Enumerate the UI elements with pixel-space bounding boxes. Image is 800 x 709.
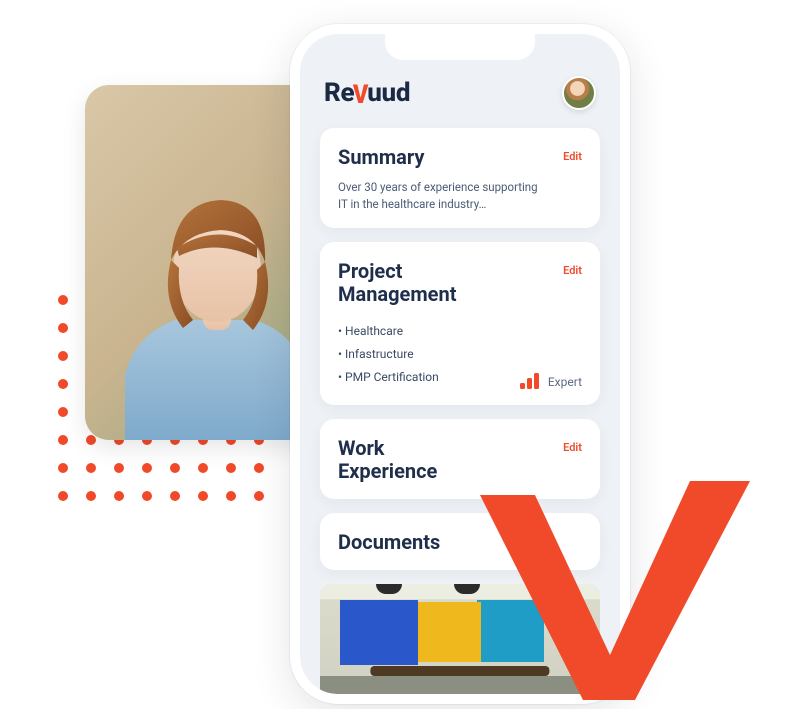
summary-text: Over 30 years of experience supporting I… (338, 179, 538, 212)
skill-level-label: Expert (548, 375, 582, 389)
bullet-item: Healthcare (338, 320, 582, 343)
bar-level-icon (520, 373, 540, 389)
summary-card: Summary Edit Over 30 years of experience… (320, 128, 600, 228)
logo-text-pre: Re (324, 78, 354, 108)
documents-card: Documents (320, 513, 600, 570)
bullet-item: Infastructure (338, 343, 582, 366)
phone-frame: Re V uud Summary Edit Over 30 years of e… (290, 24, 630, 704)
project-management-title: ProjectManagement (338, 260, 456, 306)
logo-text-post: uud (367, 78, 410, 108)
project-management-edit-link[interactable]: Edit (563, 260, 582, 277)
app-logo: Re V uud (324, 78, 410, 108)
app-screen: Re V uud Summary Edit Over 30 years of e… (300, 34, 620, 694)
office-image (320, 584, 600, 694)
project-management-card: ProjectManagement Edit Healthcare Infast… (320, 242, 600, 404)
logo-accent-icon: V (353, 80, 368, 110)
summary-edit-link[interactable]: Edit (563, 146, 582, 163)
work-experience-title: WorkExperience (338, 437, 437, 483)
skill-level: Expert (520, 373, 582, 389)
app-header: Re V uud (320, 76, 600, 128)
work-experience-edit-link[interactable]: Edit (563, 437, 582, 454)
documents-title: Documents (338, 531, 440, 554)
phone-notch (385, 34, 535, 60)
summary-title: Summary (338, 146, 424, 169)
avatar[interactable] (562, 76, 596, 110)
work-experience-card: WorkExperience Edit (320, 419, 600, 499)
